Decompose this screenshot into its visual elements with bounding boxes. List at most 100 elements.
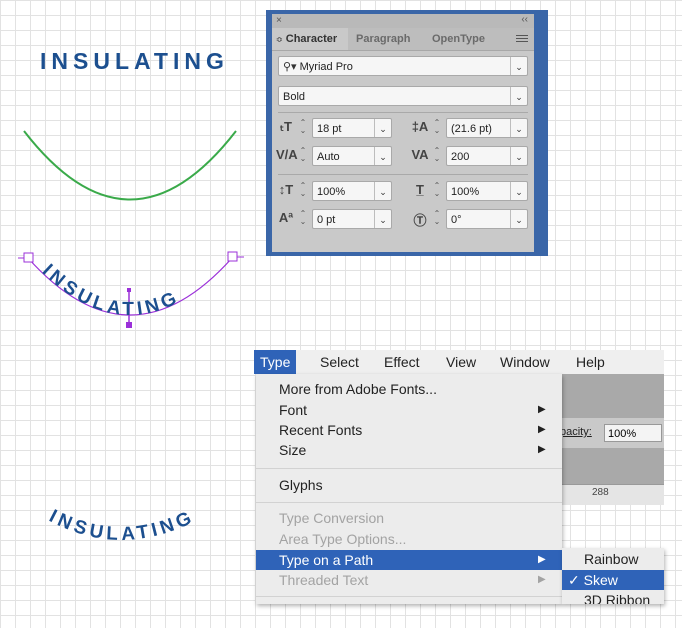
chevron-down-icon[interactable]: ⌄	[510, 210, 527, 228]
character-rotation-value: 0°	[451, 214, 462, 226]
path-center-top-point[interactable]	[127, 288, 131, 292]
type-menu: More from Adobe Fonts... Font ▶ Recent F…	[256, 374, 562, 604]
panel-title-bar[interactable]: × ‹‹	[272, 14, 534, 28]
skew-text-content: INSULATING	[46, 506, 194, 545]
horizontal-scale-value: 100%	[451, 186, 480, 198]
search-icon: ⚲▾	[283, 61, 297, 73]
path-center-point[interactable]	[126, 322, 132, 328]
character-rotation-field[interactable]: 0° ⌄	[446, 209, 528, 229]
submenu-item-label: ✓ Skew	[568, 572, 618, 588]
tab-paragraph[interactable]: Paragraph	[356, 28, 426, 50]
close-icon[interactable]: ×	[276, 15, 282, 26]
menu-type[interactable]: Type	[254, 350, 297, 374]
leading-stepper[interactable]: ⌃ ⌄	[432, 119, 442, 135]
background-control-bar: pacity: 100% 288	[560, 374, 664, 505]
menu-item-size[interactable]: Size ▶	[256, 440, 562, 460]
menu-effect[interactable]: Effect	[378, 350, 426, 374]
kerning-icon: V/A	[276, 147, 298, 162]
menu-item-type-on-a-path[interactable]: Type on a Path ▶	[256, 550, 562, 570]
submenu-arrow-icon: ▶	[538, 444, 546, 455]
menu-item-label: Glyphs	[279, 477, 323, 493]
kerning-field[interactable]: Auto ⌄	[312, 146, 392, 166]
chevron-down-icon[interactable]: ⌄	[510, 87, 527, 105]
submenu-item-label: Rainbow	[584, 551, 639, 567]
opacity-control: pacity: 100%	[560, 418, 664, 448]
path-end-handle[interactable]	[227, 251, 238, 262]
submenu-item-rainbow[interactable]: Rainbow	[562, 549, 664, 569]
leading-field[interactable]: (21.6 pt) ⌄	[446, 118, 528, 138]
path-text-content: INSULATING	[38, 260, 179, 320]
horizontal-scale-stepper[interactable]: ⌃ ⌄	[432, 182, 442, 198]
tracking-field[interactable]: 200 ⌄	[446, 146, 528, 166]
chevron-down-icon[interactable]: ⌄	[374, 147, 391, 165]
menu-bar: Type Select Effect View Window Help	[254, 350, 664, 374]
ruler-mark: 288	[592, 487, 609, 498]
opacity-label: pacity:	[560, 426, 592, 438]
vertical-scale-icon: ↕T	[278, 182, 294, 197]
font-size-field[interactable]: 18 pt ⌄	[312, 118, 392, 138]
menu-item-recent-fonts[interactable]: Recent Fonts ▶	[256, 420, 562, 440]
menu-help[interactable]: Help	[570, 350, 611, 374]
menu-item-font[interactable]: Font ▶	[256, 400, 562, 420]
tab-character[interactable]: ≎ Character	[272, 28, 348, 50]
menu-item-more-fonts[interactable]: More from Adobe Fonts...	[256, 379, 562, 399]
vertical-scale-stepper[interactable]: ⌃ ⌄	[298, 182, 308, 198]
menu-separator	[256, 502, 562, 503]
baseline-shift-field[interactable]: 0 pt ⌄	[312, 209, 392, 229]
kerning-stepper[interactable]: ⌃ ⌄	[298, 147, 308, 163]
horizontal-scale-icon: T̲	[416, 182, 424, 197]
collapse-icon[interactable]: ‹‹	[521, 14, 528, 25]
menu-item-label: Area Type Options...	[279, 531, 407, 547]
chevron-down-icon[interactable]: ⌄	[374, 119, 391, 137]
tab-grip-icon: ≎	[276, 35, 283, 44]
submenu-arrow-icon: ▶	[538, 424, 546, 435]
tab-opentype[interactable]: OpenType	[432, 28, 504, 50]
menu-item-label: Font	[279, 402, 308, 418]
font-size-stepper[interactable]: ⌃ ⌄	[298, 119, 308, 135]
menu-select[interactable]: Select	[314, 350, 365, 374]
leading-icon: ‡A	[411, 119, 429, 134]
menu-item-type-conversion: Type Conversion	[256, 508, 562, 528]
submenu-item-skew[interactable]: ✓ Skew	[562, 570, 664, 590]
chevron-down-icon[interactable]: ⌄	[374, 210, 391, 228]
tracking-value: 200	[451, 151, 470, 163]
chevron-down-icon[interactable]: ⌄	[510, 182, 527, 200]
chevron-down-icon[interactable]: ⌄	[510, 119, 527, 137]
tracking-stepper[interactable]: ⌃ ⌄	[432, 147, 442, 163]
submenu-arrow-icon: ▶	[538, 404, 546, 415]
character-panel-body: × ‹‹ ≎ Character Paragraph OpenType ⚲▾ M…	[272, 14, 534, 252]
horizontal-scale-field[interactable]: 100% ⌄	[446, 181, 528, 201]
font-style-field[interactable]: Bold ⌄	[278, 86, 528, 106]
font-family-field[interactable]: ⚲▾ Myriad Pro ⌄	[278, 56, 528, 76]
menu-item-label: More from Adobe Fonts...	[279, 381, 437, 397]
opacity-field[interactable]: 100%	[604, 424, 662, 442]
submenu-arrow-icon: ▶	[538, 574, 546, 585]
chevron-down-icon[interactable]: ⌄	[510, 57, 527, 75]
chevron-down-icon[interactable]: ⌄	[374, 182, 391, 200]
menu-item-threaded-text: Threaded Text ▶	[256, 570, 562, 590]
path-text: INSULATING	[38, 260, 183, 320]
green-arc-path[interactable]	[23, 130, 237, 201]
horizontal-ruler: 288	[560, 484, 664, 505]
type-on-path-submenu: Rainbow ✓ Skew 3D Ribbon	[562, 548, 664, 604]
menu-separator	[256, 596, 562, 597]
panel-divider	[278, 112, 528, 113]
path-start-handle[interactable]	[23, 252, 34, 263]
panel-menu-icon[interactable]	[516, 33, 528, 44]
chevron-down-icon[interactable]: ⌄	[510, 147, 527, 165]
submenu-item-label: 3D Ribbon	[584, 592, 651, 604]
leading-value: (21.6 pt)	[451, 123, 492, 135]
submenu-arrow-icon: ▶	[538, 554, 546, 565]
tab-character-label: Character	[285, 33, 338, 45]
menu-item-label: Type Conversion	[279, 510, 385, 526]
menu-item-glyphs[interactable]: Glyphs	[256, 475, 562, 495]
menu-window[interactable]: Window	[494, 350, 556, 374]
tab-paragraph-label: Paragraph	[356, 33, 411, 45]
character-rotation-stepper[interactable]: ⌃ ⌄	[432, 210, 442, 226]
menu-item-area-type-options: Area Type Options...	[256, 529, 562, 549]
tracking-icon: VA	[411, 147, 429, 162]
baseline-shift-stepper[interactable]: ⌃ ⌄	[298, 210, 308, 226]
menu-view[interactable]: View	[440, 350, 482, 374]
submenu-item-3d-ribbon[interactable]: 3D Ribbon	[562, 590, 664, 604]
vertical-scale-field[interactable]: 100% ⌄	[312, 181, 392, 201]
